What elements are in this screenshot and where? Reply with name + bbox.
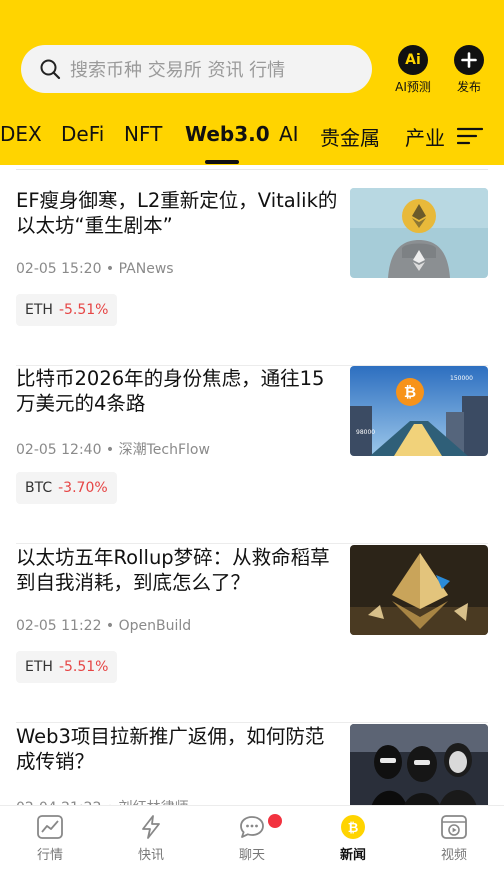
ai-predict-label: AI预测 bbox=[395, 80, 431, 94]
search-icon bbox=[40, 59, 61, 80]
post-label: 发布 bbox=[456, 80, 481, 94]
tab-precious-metals[interactable]: 贵金属 bbox=[320, 122, 380, 151]
article-thumbnail[interactable]: ₿ 150000 98000 bbox=[350, 366, 488, 456]
chat-icon bbox=[240, 816, 264, 838]
article-thumbnail[interactable] bbox=[350, 545, 488, 635]
article-title[interactable]: Web3项目拉新推广返佣，如何防范成传销？ bbox=[16, 724, 338, 774]
nav-news-label: 新闻 bbox=[339, 848, 366, 863]
thumb-label-bottom: 98000 bbox=[356, 429, 375, 436]
ai-icon: Ai bbox=[398, 45, 428, 75]
article-meta: 02-04 21:22 • 刘红林律师 bbox=[16, 797, 189, 805]
article-thumbnail[interactable] bbox=[350, 724, 488, 805]
coin-tag[interactable]: BTC -3.70% bbox=[16, 472, 117, 504]
article-meta: 02-05 15:20 • PANews bbox=[16, 261, 174, 277]
coin-icon: ₿ bbox=[341, 815, 365, 839]
nav-flash[interactable]: 快讯 bbox=[111, 814, 191, 863]
search-bar[interactable]: 搜索币种 交易所 资讯 行情 bbox=[21, 45, 372, 93]
coin-change: -5.51% bbox=[58, 302, 109, 318]
category-tabs: DEX DeFi NFT Web3.0 AI 贵金属 产业 bbox=[0, 112, 504, 164]
article-title[interactable]: 比特币2026年的身份焦虑，通往15万美元的4条路 bbox=[16, 366, 338, 416]
tab-ai[interactable]: AI bbox=[279, 122, 299, 146]
article-divider bbox=[16, 543, 488, 544]
search-placeholder: 搜索币种 交易所 资讯 行情 bbox=[70, 60, 286, 81]
article-meta: 02-05 11:22 • OpenBuild bbox=[16, 618, 192, 634]
nav-flash-label: 快讯 bbox=[137, 848, 164, 863]
coin-symbol: BTC bbox=[25, 480, 53, 496]
nav-news[interactable]: ₿ 新闻 bbox=[313, 814, 393, 863]
article-meta: 02-05 12:40 • 深潮TechFlow bbox=[16, 442, 210, 458]
ai-predict-button[interactable]: Ai AI预测 bbox=[388, 45, 438, 95]
menu-icon[interactable] bbox=[457, 126, 483, 146]
article-title[interactable]: 以太坊五年Rollup梦碎：从救命稻草到自我消耗，到底怎么了？ bbox=[16, 545, 338, 595]
app-header: 搜索币种 交易所 资讯 行情 Ai AI预测 发布 DEX DeFi NFT W… bbox=[0, 0, 504, 165]
article-divider bbox=[16, 722, 488, 723]
news-feed[interactable]: EF瘦身御寒，L2重新定位，Vitalik的以太坊“重生剧本” 02-05 15… bbox=[0, 165, 504, 805]
coin-tag[interactable]: ETH -5.51% bbox=[16, 294, 118, 326]
article-title[interactable]: EF瘦身御寒，L2重新定位，Vitalik的以太坊“重生剧本” bbox=[16, 188, 338, 238]
coin-symbol: ETH bbox=[25, 302, 53, 318]
article-item[interactable]: 比特币2026年的身份焦虑，通往15万美元的4条路 02-05 12:40 • … bbox=[16, 366, 488, 544]
plus-icon bbox=[454, 45, 484, 75]
nav-chat-label: 聊天 bbox=[238, 848, 265, 863]
coin-tag[interactable]: ETH -5.51% bbox=[16, 651, 118, 683]
article-thumbnail[interactable] bbox=[350, 188, 488, 278]
lightning-icon bbox=[142, 815, 160, 839]
tab-dex[interactable]: DEX bbox=[0, 122, 42, 146]
article-item[interactable]: Web3项目拉新推广返佣，如何防范成传销？ 02-04 21:22 • 刘红林律… bbox=[16, 724, 488, 805]
svg-text:₿: ₿ bbox=[348, 821, 359, 836]
nav-market-label: 行情 bbox=[36, 848, 63, 863]
feed-top-divider bbox=[16, 169, 488, 170]
svg-text:₿: ₿ bbox=[404, 383, 416, 401]
notification-dot bbox=[268, 814, 282, 828]
nav-video-label: 视频 bbox=[440, 848, 467, 863]
chart-icon bbox=[37, 815, 63, 839]
nav-video[interactable]: 视频 bbox=[414, 814, 494, 863]
nav-market[interactable]: 行情 bbox=[10, 814, 90, 863]
article-item[interactable]: 以太坊五年Rollup梦碎：从救命稻草到自我消耗，到底怎么了？ 02-05 11… bbox=[16, 545, 488, 723]
thumb-label-top: 150000 bbox=[450, 375, 473, 382]
tab-web3[interactable]: Web3.0 bbox=[185, 122, 270, 146]
video-icon bbox=[441, 815, 467, 839]
article-item[interactable]: EF瘦身御寒，L2重新定位，Vitalik的以太坊“重生剧本” 02-05 15… bbox=[16, 188, 488, 366]
tab-nft[interactable]: NFT bbox=[124, 122, 162, 146]
bottom-nav: 行情 快讯 聊天 ₿ 新闻 视频 bbox=[0, 805, 504, 871]
coin-change: -5.51% bbox=[58, 659, 109, 675]
tab-defi[interactable]: DeFi bbox=[61, 122, 104, 146]
coin-symbol: ETH bbox=[25, 659, 53, 675]
tab-industry[interactable]: 产业 bbox=[405, 122, 445, 151]
post-button[interactable]: 发布 bbox=[444, 45, 494, 95]
coin-change: -3.70% bbox=[58, 480, 108, 496]
active-tab-indicator bbox=[205, 160, 239, 164]
